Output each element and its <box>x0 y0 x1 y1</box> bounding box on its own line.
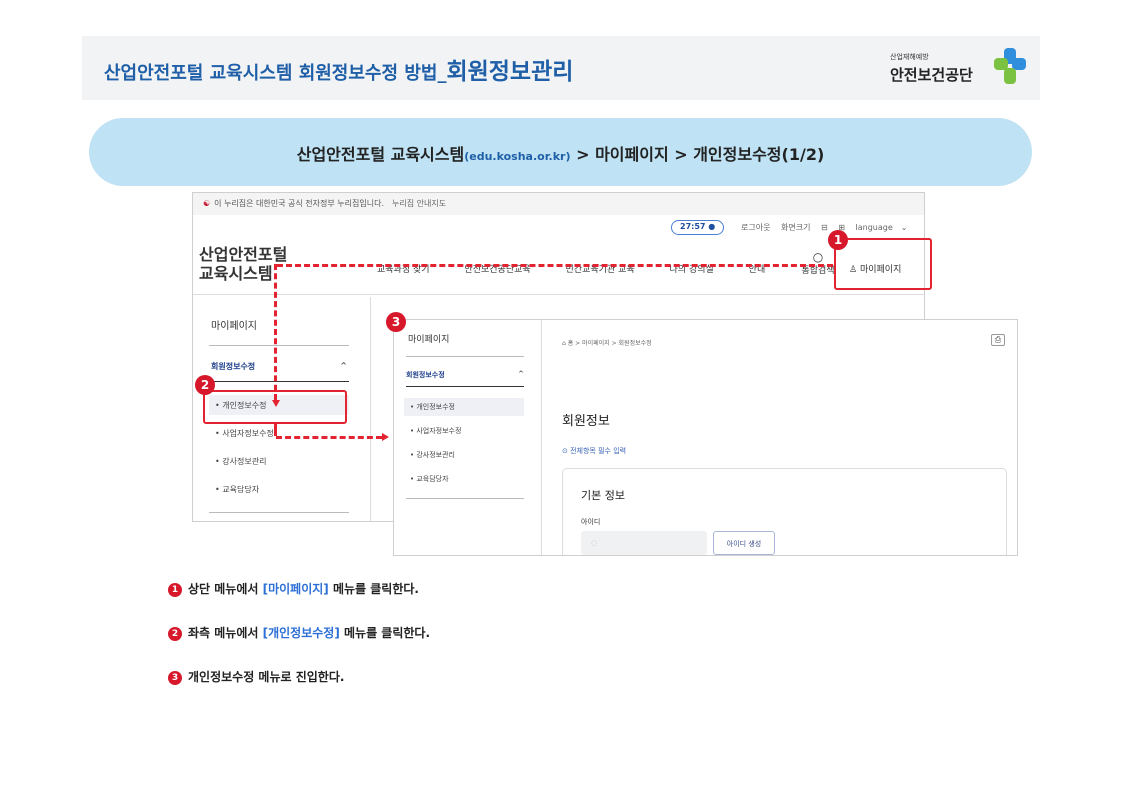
step-number: 3 <box>168 671 182 685</box>
sidebar-group-member-edit[interactable]: 회원정보수정 ^ <box>211 361 347 372</box>
highlight-mypage <box>834 238 932 290</box>
breadcrumb-text: 홈 > 마이페이지 > 회원정보수정 <box>567 340 652 347</box>
personal-info-screenshot: 마이페이지 회원정보수정 ^ • 개인정보수정 • 사업자정보수정 • 강사정보관… <box>393 319 1018 556</box>
slide-title: 산업안전포털 교육시스템 회원정보수정 방법_회원정보관리 <box>104 52 573 86</box>
check-circle-icon: ⊙ <box>562 447 568 455</box>
path-menu: > 마이페이지 > 개인정보수정(1/2) <box>570 145 825 164</box>
session-timer[interactable]: 27:57 ● <box>671 220 725 235</box>
gov-notice-text: 이 누리집은 대한민국 공식 전자정부 누리집입니다. <box>214 199 384 208</box>
sidebar-divider <box>209 345 349 346</box>
detail-sidebar-item-instructor-info[interactable]: • 강사정보관리 <box>404 446 524 464</box>
detail-sidebar-group[interactable]: 회원정보수정 ^ <box>406 370 524 380</box>
step-3: 3 개인정보수정 메뉴로 진입한다. <box>168 668 344 685</box>
required-notice: ⊙ 전체항목 필수 입력 <box>562 446 626 456</box>
slide-title-main: 산업안전포털 교육시스템 회원정보수정 방법_ <box>104 63 447 84</box>
sidebar-item-label: 강사정보관리 <box>416 451 455 459</box>
sidebar-divider <box>406 356 524 357</box>
basic-info-title: 기본 정보 <box>581 489 625 502</box>
session-timer-value: 27:57 <box>680 222 706 231</box>
search-icon: ○ <box>812 250 824 264</box>
step-text: 상단 메뉴에서 <box>188 582 263 596</box>
sidebar-item-label: 사업자정보수정 <box>222 429 274 438</box>
step-text: 개인정보수정 메뉴로 진입한다. <box>188 670 345 684</box>
zoom-out-icon[interactable]: ⊟ <box>821 223 828 232</box>
gov-guide-link[interactable]: 누리집 안내지도 <box>392 199 446 208</box>
sidebar-divider <box>406 386 524 387</box>
step-text: 메뉴를 클릭한다. <box>328 582 419 596</box>
sidebar-group-label: 회원정보수정 <box>211 362 256 371</box>
sidebar-group-label: 회원정보수정 <box>406 371 445 379</box>
step-badge-2: 2 <box>195 375 215 395</box>
font-size-control[interactable]: 화면크기 <box>781 223 810 232</box>
kosha-logo-icon <box>994 48 1026 84</box>
sidebar-item-label: 교육담당자 <box>416 475 449 483</box>
step-highlight: [마이페이지] <box>262 582 329 596</box>
main-nav: 산업안전포털 교육시스템 교육과정 찾기 안전보건공단교육 민간교육기관 교육 나… <box>193 239 924 295</box>
arrow-right-icon <box>382 433 389 441</box>
brand-name: 안전보건공단 <box>890 66 973 84</box>
step-badge-3: 3 <box>386 312 406 332</box>
connector-bottom <box>276 436 382 439</box>
kosha-brand: 산업재해예방 안전보건공단 <box>890 46 1030 92</box>
chevron-up-icon: ^ <box>340 361 347 370</box>
brand-tagline: 산업재해예방 <box>890 53 929 61</box>
step-number: 2 <box>168 627 182 641</box>
breadcrumb: ⌂ 홈 > 마이페이지 > 회원정보수정 <box>562 338 652 347</box>
detail-sidebar-item-edu-manager[interactable]: • 교육담당자 <box>404 470 524 488</box>
slide-title-emph: 회원정보관리 <box>446 59 574 85</box>
korea-flag-icon: ☯ <box>203 199 211 208</box>
sidebar-divider <box>209 512 349 513</box>
sidebar-item-label: 개인정보수정 <box>416 403 455 411</box>
sidebar-item-instructor-info[interactable]: • 강사정보관리 <box>209 451 349 471</box>
path-site: 산업안전포털 교육시스템 <box>296 145 465 164</box>
sidebar-divider <box>406 498 524 499</box>
sidebar-title: 마이페이지 <box>211 321 257 332</box>
refresh-icon: ● <box>708 222 716 231</box>
id-label: 아이디 <box>581 518 601 526</box>
detail-sidebar-item-personal-info[interactable]: • 개인정보수정 <box>404 398 524 416</box>
language-select[interactable]: language <box>856 223 893 232</box>
path-banner: 산업안전포털 교육시스템(edu.kosha.or.kr) > 마이페이지 > … <box>89 118 1032 186</box>
step-badge-1: 1 <box>828 230 848 250</box>
sidebar-divider <box>209 381 349 382</box>
connector-stub <box>274 424 277 436</box>
site-logo-line2: 교육시스템 <box>199 264 273 283</box>
utility-bar: 27:57 ● 로그아웃 화면크기 ⊟ ⊞ language ⌄ <box>193 217 924 237</box>
print-icon[interactable]: ⎙ <box>991 334 1005 346</box>
sidebar-item-business-info[interactable]: • 사업자정보수정 <box>209 423 349 443</box>
step-1: 1 상단 메뉴에서 [마이페이지] 메뉴를 클릭한다. <box>168 580 419 597</box>
required-notice-text: 전체항목 필수 입력 <box>570 447 627 455</box>
page-title: 회원정보 <box>562 414 610 429</box>
slide-header: 산업안전포털 교육시스템 회원정보수정 방법_회원정보관리 산업재해예방 안전보… <box>82 36 1040 100</box>
step-highlight: [개인정보수정] <box>262 626 340 640</box>
chevron-up-icon: ^ <box>518 370 524 378</box>
connector-top <box>277 264 833 267</box>
path-text: 산업안전포털 교육시스템(edu.kosha.or.kr) > 마이페이지 > … <box>89 141 1032 165</box>
step-text: 메뉴를 클릭한다. <box>339 626 431 640</box>
step-number: 1 <box>168 583 182 597</box>
chevron-down-icon: ⌄ <box>900 223 908 232</box>
step-2: 2 좌측 메뉴에서 [개인정보수정] 메뉴를 클릭한다. <box>168 624 430 641</box>
step-text: 좌측 메뉴에서 <box>188 626 263 640</box>
detail-sidebar-title: 마이페이지 <box>408 335 450 345</box>
logout-link[interactable]: 로그아웃 <box>741 223 770 232</box>
connector-left <box>274 264 277 400</box>
id-input[interactable]: ◌ <box>581 531 707 555</box>
detail-sidebar-item-business-info[interactable]: • 사업자정보수정 <box>404 422 524 440</box>
sidebar-item-label: 교육담당자 <box>222 485 260 494</box>
detail-sidebar: 마이페이지 회원정보수정 ^ • 개인정보수정 • 사업자정보수정 • 강사정보관… <box>394 320 542 555</box>
arrow-down-icon <box>272 400 280 407</box>
gov-notice-bar: ☯ 이 누리집은 대한민국 공식 전자정부 누리집입니다. 누리집 안내지도 <box>193 193 924 215</box>
site-logo-line1: 산업안전포털 <box>199 245 288 264</box>
utility-items: 로그아웃 화면크기 ⊟ ⊞ language ⌄ <box>741 222 915 233</box>
create-id-button[interactable]: 아이디 생성 <box>713 531 775 555</box>
home-icon: ⌂ <box>562 340 566 347</box>
sidebar-item-label: 강사정보관리 <box>222 457 267 466</box>
search-label: 통합검색 <box>801 266 835 276</box>
path-domain: (edu.kosha.or.kr) <box>464 150 571 163</box>
sidebar-item-edu-manager[interactable]: • 교육담당자 <box>209 479 349 499</box>
sidebar-item-label: 사업자정보수정 <box>416 427 462 435</box>
basic-info-card: 기본 정보 아이디 ◌ 아이디 생성 <box>562 468 1007 555</box>
